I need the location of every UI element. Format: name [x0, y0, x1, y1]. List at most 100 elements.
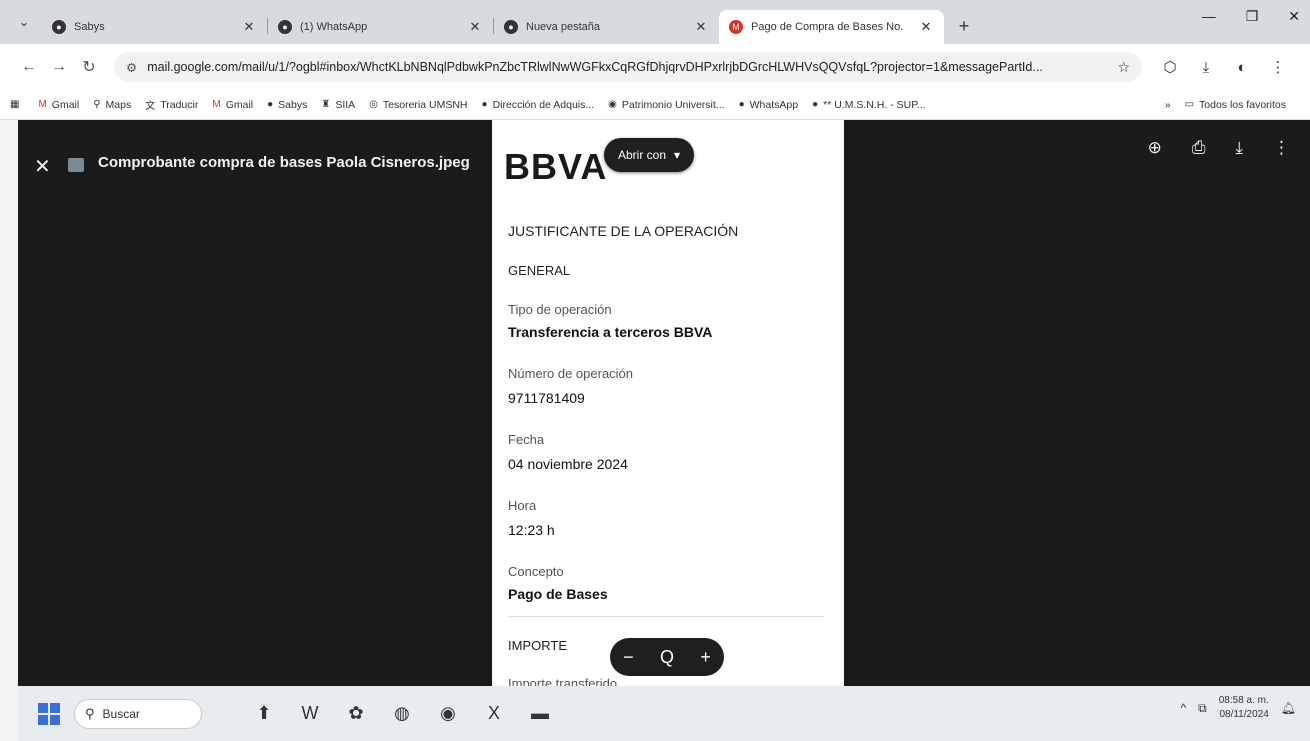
network-icon[interactable]: ⧉ [1198, 701, 1207, 716]
close-tab-icon[interactable]: ✕ [918, 19, 934, 35]
taskbar-search[interactable]: ⚲ Buscar [74, 698, 202, 729]
minimize-icon[interactable]: — [1202, 8, 1216, 25]
field-value: 04 noviembre 2024 [508, 456, 628, 472]
bookmark-gmail-2[interactable]: M Gmail [212, 99, 253, 111]
close-window-icon[interactable]: ✕ [1288, 8, 1300, 25]
bookmark-label: Todos los favoritos [1199, 98, 1286, 111]
bookmark-label: Sabys [278, 98, 308, 111]
close-tab-icon[interactable]: ✕ [467, 19, 483, 35]
all-bookmarks-button[interactable]: ▭ Todos los favoritos [1185, 99, 1286, 111]
upload-app-icon[interactable]: ⬆ [246, 699, 282, 729]
word-icon[interactable]: W [292, 699, 328, 729]
zoom-controls: − Q + [610, 638, 724, 676]
tab-whatsapp[interactable]: ● (1) WhatsApp ✕ [268, 10, 493, 44]
restore-icon[interactable]: ❐ [1246, 8, 1259, 25]
bookmark-traducir[interactable]: 文 Traducir [145, 97, 199, 113]
excel-icon[interactable]: X [476, 699, 512, 729]
bookmark-maps[interactable]: ⚲ Maps [93, 99, 131, 111]
open-with-label: Abrir con [618, 148, 667, 162]
more-options-icon[interactable]: ⋮ [1273, 138, 1290, 158]
bookmark-sabys[interactable]: ● Sabys [267, 99, 307, 111]
bookmark-label: WhatsApp [749, 98, 799, 111]
extensions-icon[interactable]: ⬡ [1152, 58, 1188, 76]
site-info-icon[interactable]: ⚙ [126, 60, 137, 75]
bookmarks-bar: ▦ M Gmail ⚲ Maps 文 Traducir M Gmail ● Sabys ♜… [0, 90, 1310, 120]
chrome-icon[interactable]: ◉ [430, 699, 466, 729]
os-taskbar: ⚲ Buscar ⬆ W ✿ ◍ ◉ X ▬ ^ ⧉ 08:58 a. m. 0… [18, 686, 1310, 741]
close-tab-icon[interactable]: ✕ [693, 19, 709, 35]
open-with-button[interactable]: Abrir con ▾ [604, 138, 695, 172]
browser-menu-icon[interactable]: ⋮ [1260, 58, 1296, 76]
profile-icon[interactable]: ◐ [1224, 59, 1260, 76]
field-value: Transferencia a terceros BBVA [508, 324, 713, 340]
close-viewer-icon[interactable]: ✕ [34, 154, 51, 179]
divider [508, 616, 824, 617]
browser-toolbar: ← → ↻ ⚙ mail.google.com/mail/u/1/?ogbl#i… [0, 44, 1310, 90]
start-tile [38, 702, 48, 713]
tab-sabys[interactable]: ● Sabys ✕ [42, 10, 267, 44]
bookmarks-right: » ▭ Todos los favoritos [1165, 99, 1300, 111]
start-tile [50, 714, 60, 725]
tray-overflow-icon[interactable]: ^ [1181, 701, 1187, 715]
tab-search-icon[interactable]: ⌄ [10, 8, 38, 36]
start-button[interactable] [38, 702, 60, 725]
tab-new-tab[interactable]: ● Nueva pestaña ✕ [494, 10, 719, 44]
url-text: mail.google.com/mail/u/1/?ogbl#inbox/Whc… [147, 60, 1043, 74]
zoom-in-button[interactable]: + [700, 647, 711, 668]
field-label: Tipo de operación [508, 302, 612, 317]
whatsapp-icon: ● [738, 99, 745, 110]
bbva-logo: BBVA [504, 146, 608, 187]
clock-time: 08:58 a. m. [1218, 695, 1269, 706]
start-tile [38, 714, 48, 725]
attachment-viewer: ✕ Comprobante compra de bases Paola Cisn… [18, 120, 1310, 686]
sabys-icon: ● [52, 20, 66, 34]
file-explorer-icon[interactable]: ▬ [522, 699, 558, 729]
folder-icon: ▭ [1184, 99, 1195, 110]
section-importe: IMPORTE [508, 638, 567, 653]
bookmark-label: Traducir [160, 98, 199, 111]
forward-icon[interactable]: → [44, 58, 74, 76]
bookmarks-overflow-button[interactable]: » [1165, 99, 1171, 111]
whatsapp-icon: ● [278, 20, 292, 34]
gmail-icon: M [38, 99, 47, 110]
add-to-drive-icon[interactable]: ⊕ [1148, 138, 1162, 158]
back-icon[interactable]: ← [14, 58, 44, 76]
tab-strip: ⌄ ● Sabys ✕ ● (1) WhatsApp ✕ ● Nueva pes… [0, 0, 1310, 44]
bookmark-siia[interactable]: ♜ SIIA [321, 99, 355, 111]
clock[interactable]: 08:58 a. m. 08/11/2024 [1219, 694, 1269, 722]
sabys-icon: ● [267, 99, 274, 110]
app-icon[interactable]: ◍ [384, 699, 420, 729]
bookmark-patrimonio[interactable]: ◉ Patrimonio Universit... [608, 99, 724, 111]
tab-gmail-active[interactable]: M Pago de Compra de Bases No. ✕ [719, 10, 944, 44]
bookmark-tesoreria[interactable]: ◎ Tesoreria UMSNH [369, 99, 467, 111]
notification-bell-icon[interactable]: 🔔︎ [1281, 701, 1296, 715]
map-pin-icon: ⚲ [93, 99, 101, 110]
reload-icon[interactable]: ↻ [74, 57, 104, 77]
new-tab-button[interactable]: + [950, 12, 978, 40]
bookmark-star-icon[interactable]: ☆ [1117, 59, 1130, 76]
receipt-heading: JUSTIFICANTE DE LA OPERACIÓN [508, 223, 739, 239]
close-tab-icon[interactable]: ✕ [241, 19, 257, 35]
field-label: Hora [508, 498, 537, 513]
bookmark-label: Maps [105, 98, 132, 111]
download-icon[interactable]: ⤓ [1235, 138, 1243, 158]
download-icon[interactable]: ⤓ [1188, 59, 1224, 76]
zoom-reset-icon[interactable]: Q [660, 647, 674, 668]
bookmark-label: ** U.M.S.N.H. - SUP... [823, 98, 926, 111]
tab-title: (1) WhatsApp [300, 21, 368, 33]
photos-icon[interactable]: ✿ [338, 699, 374, 729]
viewer-actions: ⊕ ⎙ ⤓ ⋮ [1148, 138, 1290, 158]
bookmark-whatsapp[interactable]: ● WhatsApp [739, 99, 799, 111]
address-bar[interactable]: ⚙ mail.google.com/mail/u/1/?ogbl#inbox/W… [114, 52, 1142, 82]
bookmark-umsnh[interactable]: ● ** U.M.S.N.H. - SUP... [812, 99, 926, 111]
search-icon: ⚲ [85, 705, 95, 721]
print-icon[interactable]: ⎙ [1192, 138, 1206, 158]
bookmark-gmail[interactable]: M Gmail [38, 99, 79, 111]
apps-icon[interactable]: ▦ [10, 99, 24, 110]
sabys-icon: ● [481, 99, 488, 110]
zoom-out-button[interactable]: − [623, 647, 634, 668]
chrome-icon: ◉ [608, 99, 617, 110]
bookmark-label: Gmail [51, 98, 80, 111]
window-controls: — ❐ ✕ [1202, 8, 1300, 25]
bookmark-adquisiciones[interactable]: ● Dirección de Adquis... [482, 99, 595, 111]
